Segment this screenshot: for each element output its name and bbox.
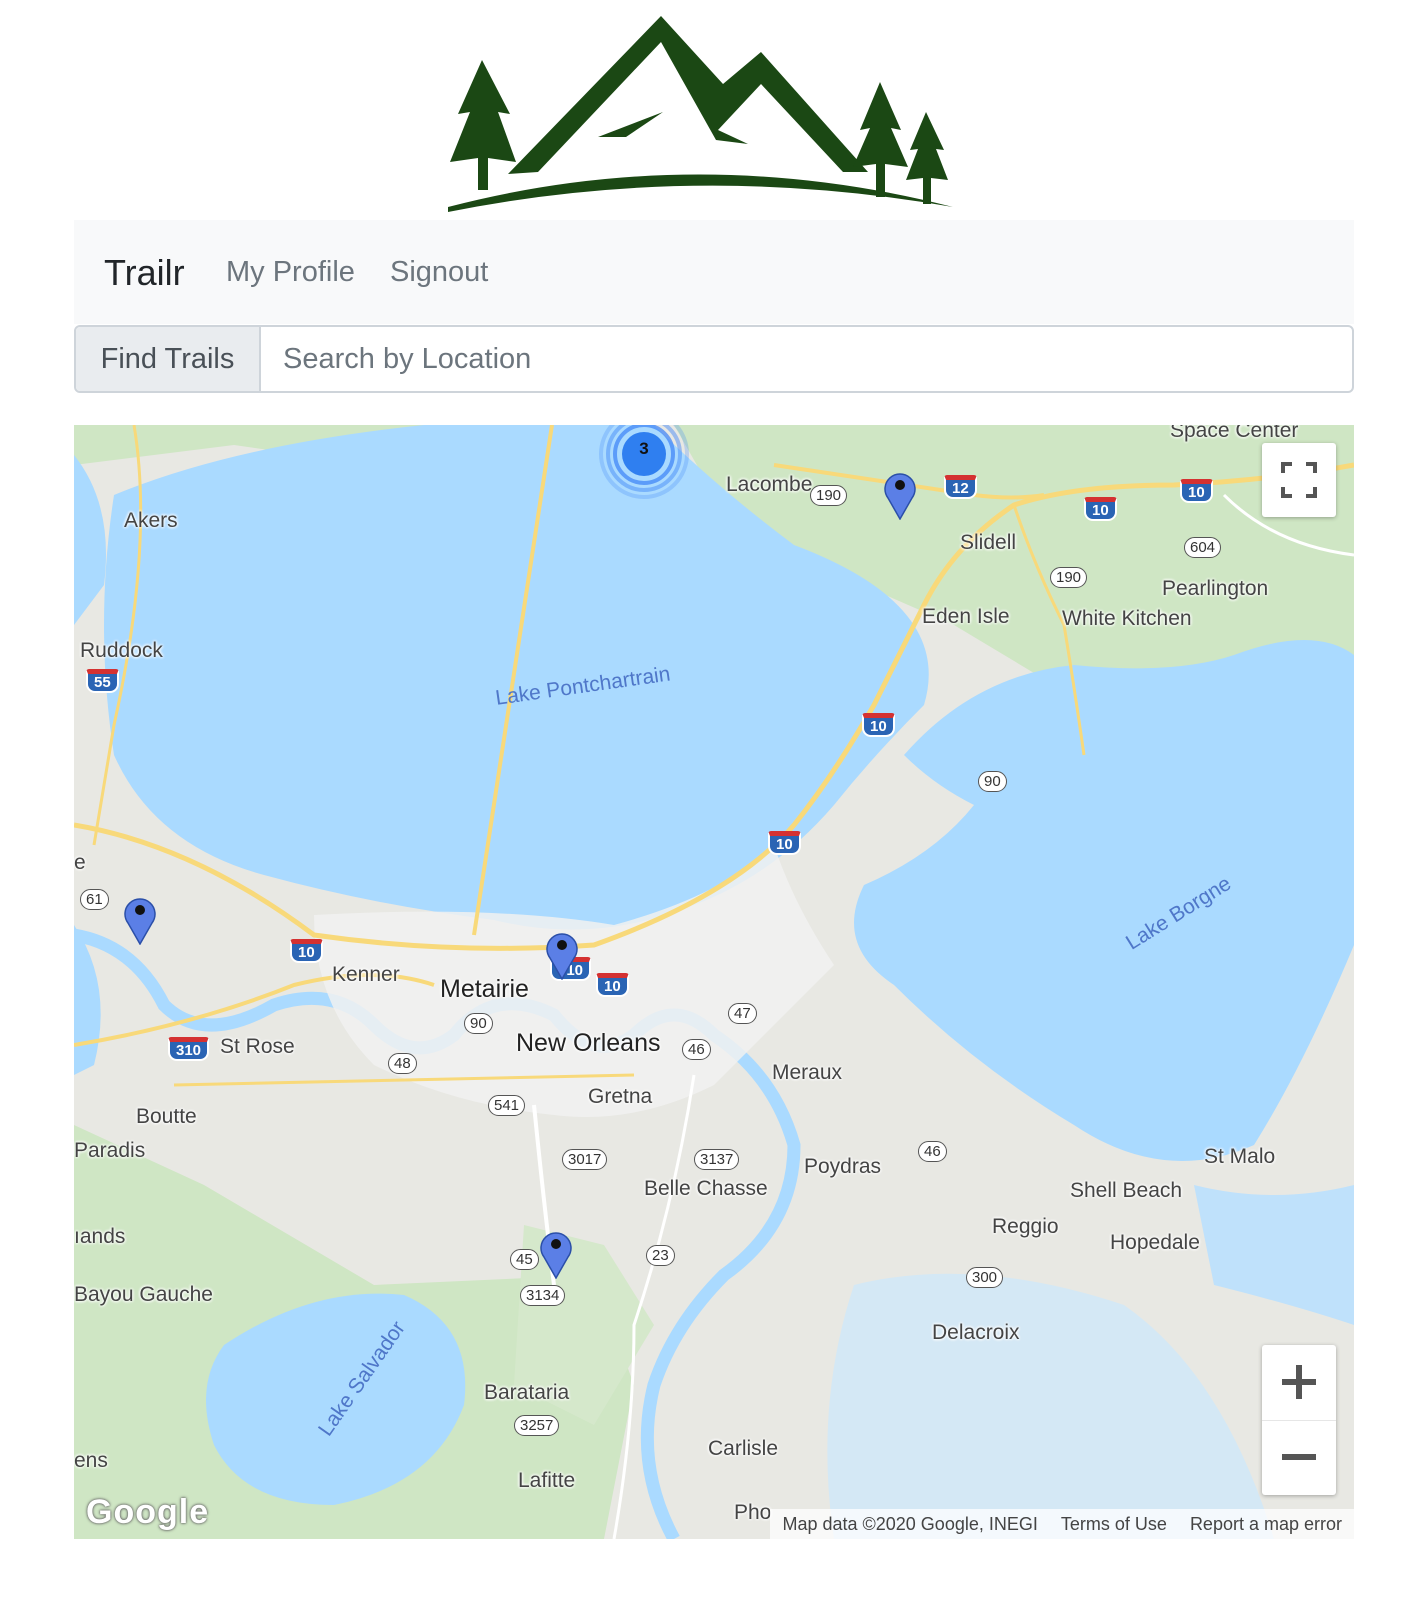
place-label: Hopedale xyxy=(1110,1231,1200,1254)
place-label: Paradis xyxy=(74,1139,146,1162)
place-label: Gretna xyxy=(588,1085,653,1108)
fullscreen-icon xyxy=(1281,462,1317,498)
trailr-logo xyxy=(448,16,953,212)
place-label: Space Center xyxy=(1170,425,1299,442)
place-label: Pho xyxy=(734,1501,772,1524)
route-shield: 10 xyxy=(768,831,801,855)
map[interactable]: Lake Pontchartrain Lake Borgne Lake Salv… xyxy=(74,425,1354,1539)
route-shield: 10 xyxy=(1180,479,1213,503)
minus-icon xyxy=(1282,1454,1316,1460)
place-label: Belle Chasse xyxy=(644,1177,768,1200)
trail-marker[interactable] xyxy=(882,470,918,520)
route-shield: 541 xyxy=(488,1095,526,1116)
place-label: Lafitte xyxy=(518,1469,576,1492)
route-shield: 23 xyxy=(646,1245,675,1266)
navbar-brand[interactable]: Trailr xyxy=(104,252,185,294)
place-label: Akers xyxy=(124,509,178,532)
place-label: Lacombe xyxy=(726,473,813,496)
place-label: Reggio xyxy=(992,1215,1059,1238)
route-shield: 46 xyxy=(682,1039,711,1060)
place-label: Bayou Gauche xyxy=(74,1283,213,1306)
route-shield: 61 xyxy=(80,889,109,910)
place-label: Eden Isle xyxy=(922,605,1010,628)
trail-marker[interactable] xyxy=(538,1229,574,1279)
place-label: Boutte xyxy=(136,1105,197,1128)
place-label: ens xyxy=(74,1449,108,1472)
place-label: New Orleans xyxy=(516,1029,661,1057)
trail-marker[interactable] xyxy=(122,895,158,945)
find-trails-button[interactable]: Find Trails xyxy=(76,327,261,391)
place-label: e xyxy=(74,851,86,874)
zoom-out-button[interactable] xyxy=(1262,1420,1336,1495)
location-search-input[interactable] xyxy=(261,327,1352,391)
route-shield: 45 xyxy=(510,1249,539,1270)
google-logo[interactable]: Google xyxy=(86,1493,209,1532)
route-shield: 90 xyxy=(464,1013,493,1034)
place-label: Barataria xyxy=(484,1381,570,1404)
terms-of-use-link[interactable]: Terms of Use xyxy=(1061,1514,1167,1534)
route-shield: 10 xyxy=(862,713,895,737)
place-label: Shell Beach xyxy=(1070,1179,1183,1202)
place-label: White Kitchen xyxy=(1062,607,1192,630)
route-shield: 3134 xyxy=(520,1285,566,1306)
nav-link-my-profile[interactable]: My Profile xyxy=(226,256,355,289)
route-shield: 604 xyxy=(1184,537,1222,558)
report-map-error-link[interactable]: Report a map error xyxy=(1190,1514,1342,1534)
plus-icon xyxy=(1282,1365,1316,1399)
route-shield: 47 xyxy=(728,1003,757,1024)
navbar: Trailr My Profile Signout xyxy=(74,220,1354,324)
route-shield: 3137 xyxy=(694,1149,740,1170)
route-shield: 12 xyxy=(944,475,977,499)
route-shield: 46 xyxy=(918,1141,947,1162)
trail-marker[interactable] xyxy=(544,930,580,980)
fullscreen-button[interactable] xyxy=(1262,443,1336,517)
search-bar: Find Trails xyxy=(74,325,1354,393)
zoom-controls xyxy=(1262,1345,1336,1495)
route-shield: 90 xyxy=(978,771,1007,792)
route-shield: 55 xyxy=(86,669,119,693)
place-label: Ruddock xyxy=(80,639,163,662)
route-shield: 310 xyxy=(168,1037,210,1061)
route-shield: 10 xyxy=(1084,497,1117,521)
place-label: Kenner xyxy=(332,963,400,986)
route-shield: 190 xyxy=(1050,567,1088,588)
place-label: St Rose xyxy=(220,1035,295,1058)
route-shield: 300 xyxy=(966,1267,1004,1288)
place-label: Poydras xyxy=(804,1155,882,1178)
place-label: Meraux xyxy=(772,1061,843,1084)
place-label: Carlisle xyxy=(708,1437,779,1460)
place-label: Slidell xyxy=(960,531,1017,554)
map-attribution: Map data ©2020 Google, INEGI Terms of Us… xyxy=(770,1509,1354,1539)
marker-cluster[interactable]: 3 xyxy=(599,425,689,499)
place-label: ıands xyxy=(74,1225,126,1248)
place-label: Delacroix xyxy=(932,1321,1020,1344)
place-label: St Malo xyxy=(1204,1145,1276,1168)
route-shield: 10 xyxy=(596,973,629,997)
map-data-text: Map data ©2020 Google, INEGI xyxy=(782,1514,1038,1534)
route-shield: 3017 xyxy=(562,1149,608,1170)
route-shield: 190 xyxy=(810,485,848,506)
cluster-count: 3 xyxy=(639,439,649,458)
route-shield: 48 xyxy=(388,1053,417,1074)
place-label: Pearlington xyxy=(1162,577,1269,600)
zoom-in-button[interactable] xyxy=(1262,1345,1336,1421)
place-label: Metairie xyxy=(440,975,529,1003)
route-shield: 10 xyxy=(290,939,323,963)
route-shield: 3257 xyxy=(514,1415,560,1436)
nav-link-signout[interactable]: Signout xyxy=(390,256,488,289)
